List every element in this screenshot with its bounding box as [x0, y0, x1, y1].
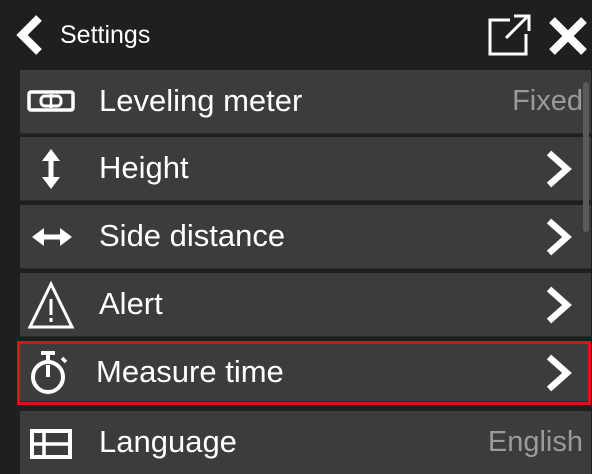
settings-list: Leveling meter Fixed Height Side distanc… — [0, 70, 592, 474]
row-label: Side distance — [99, 218, 286, 253]
chevron-right-icon — [543, 149, 573, 189]
title-bar: Settings — [0, 0, 592, 70]
stopwatch-icon — [17, 341, 79, 405]
horizontal-arrows-icon — [20, 205, 82, 269]
row-label: Language — [99, 424, 237, 459]
chevron-left-icon — [16, 15, 42, 55]
row-label: Height — [99, 150, 189, 185]
settings-row-leveling-meter[interactable]: Leveling meter Fixed — [20, 70, 591, 134]
page-title: Settings — [60, 21, 151, 49]
close-button[interactable] — [546, 14, 590, 58]
row-label: Leveling meter — [99, 83, 303, 118]
close-icon — [549, 17, 587, 55]
settings-row-side-distance[interactable]: Side distance — [20, 205, 591, 269]
settings-row-alert[interactable]: Alert — [20, 273, 591, 337]
warning-icon — [20, 273, 82, 337]
chevron-right-icon — [543, 217, 573, 257]
row-label: Measure time — [96, 354, 284, 389]
row-label: Alert — [99, 286, 163, 321]
leveling-meter-icon — [20, 70, 82, 134]
chevron-right-icon — [543, 353, 573, 393]
row-value: English — [487, 426, 583, 458]
language-icon — [20, 411, 82, 474]
popout-button[interactable] — [486, 14, 532, 58]
settings-row-height[interactable]: Height — [20, 137, 591, 201]
back-button[interactable] — [12, 14, 52, 56]
row-value: Fixed — [512, 85, 583, 117]
scrollbar[interactable] — [583, 82, 589, 232]
settings-row-measure-time[interactable]: Measure time — [17, 341, 591, 405]
chevron-right-icon — [543, 285, 573, 325]
vertical-arrows-icon — [20, 137, 82, 201]
settings-row-language[interactable]: Language English — [20, 411, 591, 474]
external-window-icon — [488, 14, 531, 56]
